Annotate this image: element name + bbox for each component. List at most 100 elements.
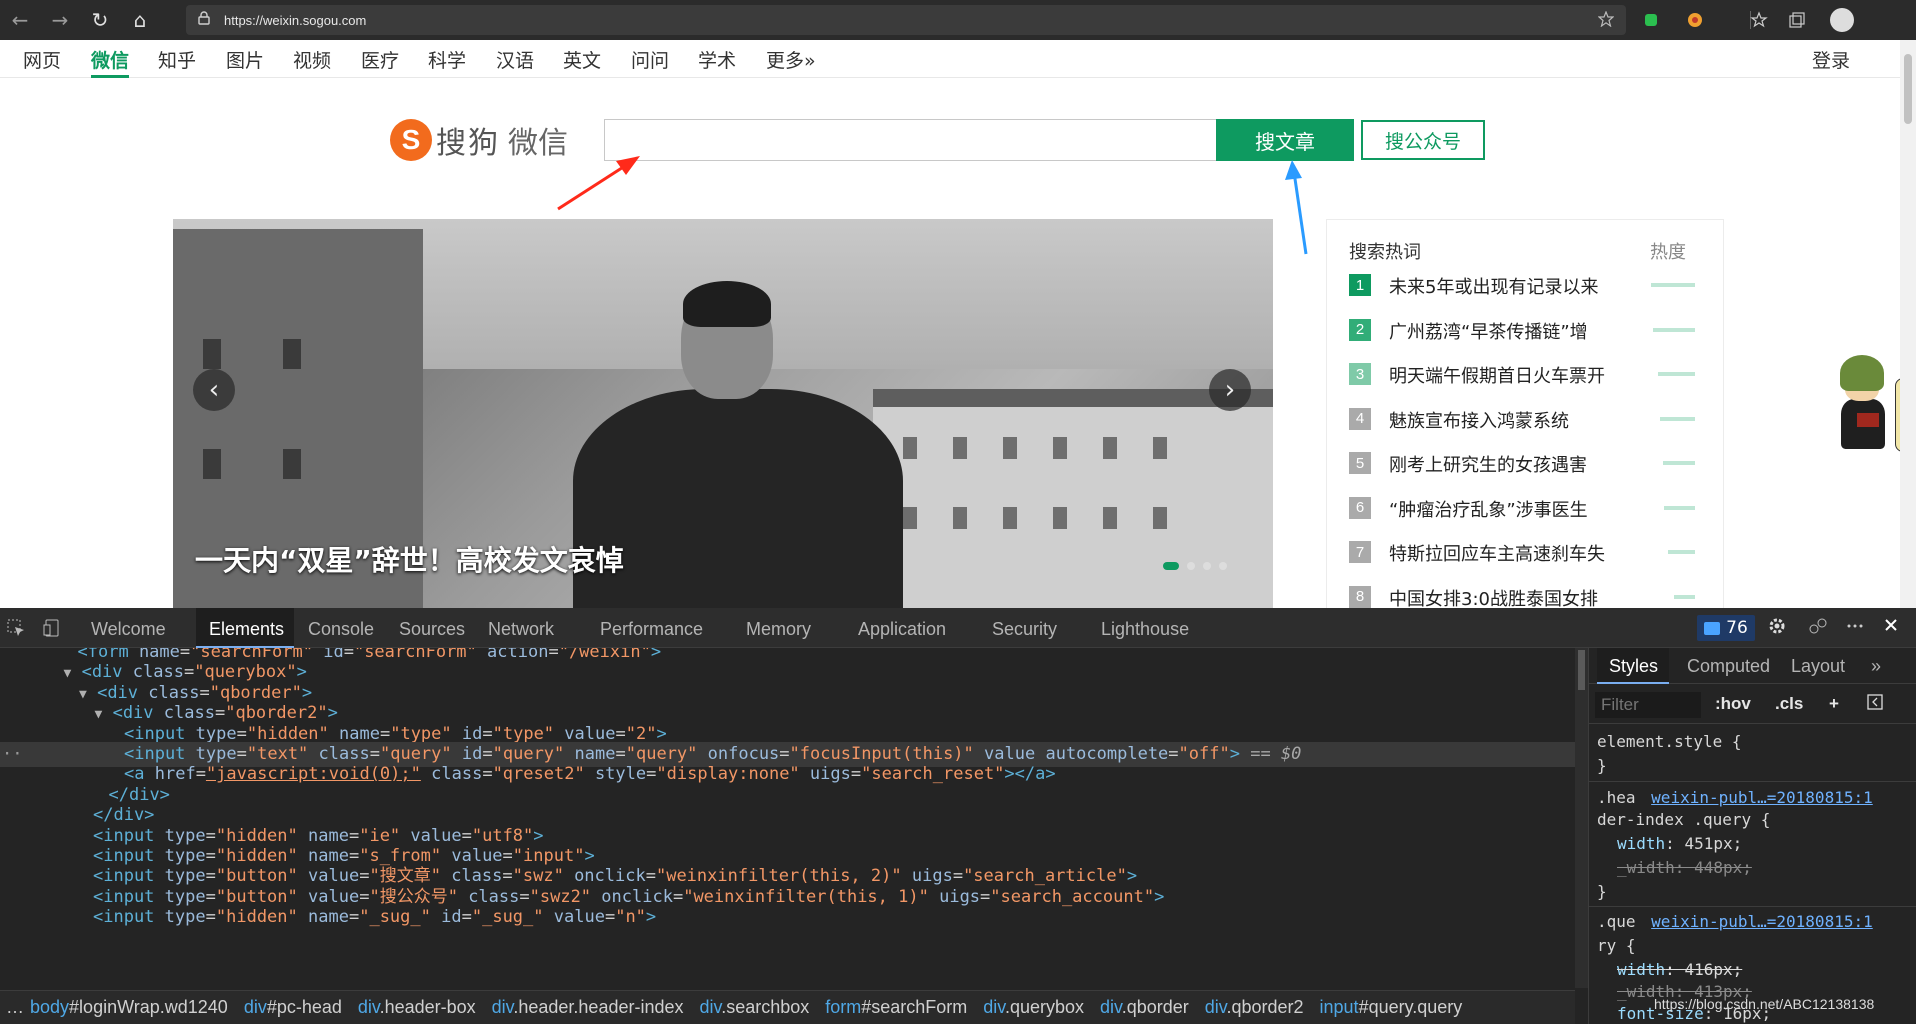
collections-icon[interactable] <box>1786 9 1808 31</box>
breadcrumb-overflow-icon[interactable]: … <box>6 997 24 1017</box>
close-devtools-icon[interactable] <box>1883 617 1899 638</box>
rule2-declaration-width[interactable]: width: 416px; <box>1617 960 1742 979</box>
rule1-declaration-width[interactable]: width: 451px; <box>1617 834 1742 853</box>
extension-green-icon[interactable] <box>1640 9 1662 31</box>
devtools-tab-application[interactable]: Application <box>858 619 946 640</box>
breadcrumb-item[interactable]: div.querybox <box>983 997 1084 1017</box>
breadcrumb-item[interactable]: body#loginWrap.wd1240 <box>30 997 228 1017</box>
rule2-selector[interactable]: .que weixin-publ…=20180815:1 <box>1597 912 1873 931</box>
favorites-icon[interactable] <box>1748 9 1770 31</box>
rule1-source-link[interactable]: weixin-publ…=20180815:1 <box>1651 788 1873 807</box>
devtools-tab-memory[interactable]: Memory <box>746 619 811 640</box>
expand-triangle-icon[interactable]: ▼ <box>64 666 72 681</box>
more-options-icon[interactable] <box>1846 617 1864 640</box>
sogou-weixin-logo[interactable]: S 搜狗 微信 <box>390 118 568 162</box>
devtools-tab-elements[interactable]: Elements <box>209 619 284 640</box>
extension-orange-icon[interactable] <box>1684 9 1706 31</box>
styles-tab-computed[interactable]: Computed <box>1687 656 1770 677</box>
styles-more-tabs-icon[interactable]: » <box>1871 656 1881 677</box>
breadcrumb-item[interactable]: div#pc-head <box>244 997 342 1017</box>
nav-item-weixin[interactable]: 微信 <box>91 46 129 73</box>
expand-triangle-icon[interactable]: ▼ <box>79 687 87 702</box>
hover-state-button[interactable]: :hov <box>1715 694 1751 714</box>
settings-gear-icon[interactable] <box>1768 617 1786 640</box>
class-toggle-button[interactable]: .cls <box>1775 694 1803 714</box>
nav-item-images[interactable]: 图片 <box>226 46 264 73</box>
address-bar[interactable]: https://weixin.sogou.com <box>186 5 1626 35</box>
element-style-rule[interactable]: element.style { <box>1597 732 1742 751</box>
nav-item-wenwen[interactable]: 问问 <box>631 46 669 73</box>
styles-tab-layout[interactable]: Layout <box>1791 656 1845 677</box>
hot-search-title-text[interactable]: 广州荔湾“早茶传播链”增 <box>1389 318 1588 344</box>
hot-search-title-text[interactable]: 刚考上研究生的女孩遇害 <box>1389 451 1587 477</box>
hot-search-title-text[interactable]: 中国女排3:0战胜泰国女排 <box>1389 585 1598 609</box>
devtools-tab-lighthouse[interactable]: Lighthouse <box>1101 619 1189 640</box>
device-toggle-icon[interactable] <box>42 618 62 638</box>
nav-item-science[interactable]: 科学 <box>428 46 466 73</box>
login-link[interactable]: 登录 <box>1812 46 1850 73</box>
new-rule-icon[interactable]: + <box>1829 694 1839 714</box>
devtools-tab-welcome[interactable]: Welcome <box>91 619 166 640</box>
page-scrollbar[interactable] <box>1900 40 1916 608</box>
hot-search-item[interactable]: 7 特斯拉回应车主高速刹车失 <box>1349 540 1709 566</box>
banner-caption[interactable]: 一天内“双星”辞世！高校发文哀悼 <box>195 539 624 579</box>
hot-search-title-text[interactable]: 特斯拉回应车主高速刹车失 <box>1389 540 1605 566</box>
banner-dot[interactable] <box>1203 562 1211 570</box>
breadcrumb-item[interactable]: input#query.query <box>1320 997 1463 1017</box>
favorite-icon[interactable] <box>1597 10 1615 31</box>
nav-item-english[interactable]: 英文 <box>563 46 601 73</box>
search-account-button[interactable]: 搜公众号 <box>1361 120 1485 160</box>
hot-search-item[interactable]: 1 未来5年或出现有记录以来 <box>1349 273 1709 299</box>
nav-item-hanyu[interactable]: 汉语 <box>496 46 534 73</box>
issues-badge[interactable]: 76 <box>1697 615 1755 641</box>
inspect-element-icon[interactable] <box>6 618 26 638</box>
devtools-tab-network[interactable]: Network <box>488 619 554 640</box>
hot-search-title-text[interactable]: 未来5年或出现有记录以来 <box>1389 273 1598 299</box>
hot-search-title-text[interactable]: “肿瘤治疗乱象”涉事医生 <box>1389 496 1588 522</box>
home-icon[interactable]: ⌂ <box>120 0 160 40</box>
hot-search-item[interactable]: 8 中国女排3:0战胜泰国女排 <box>1349 585 1709 609</box>
breadcrumb-item[interactable]: div.header-box <box>358 997 476 1017</box>
hot-search-item[interactable]: 4 魅族宣布接入鸿蒙系统 <box>1349 407 1709 433</box>
rule2-source-link[interactable]: weixin-publ…=20180815:1 <box>1651 912 1873 931</box>
banner-next-icon[interactable]: › <box>1209 369 1251 411</box>
nav-item-video[interactable]: 视频 <box>293 46 331 73</box>
expand-triangle-icon[interactable]: ▼ <box>95 707 103 722</box>
breadcrumb-item[interactable]: div.header.header-index <box>492 997 684 1017</box>
back-icon[interactable]: ← <box>0 0 40 40</box>
profile-avatar[interactable] <box>1830 8 1854 32</box>
dom-tree-scrollbar[interactable] <box>1575 648 1588 988</box>
nav-item-scholar[interactable]: 学术 <box>698 46 736 73</box>
breadcrumb-item[interactable]: form#searchForm <box>825 997 967 1017</box>
connected-devices-icon[interactable] <box>1808 617 1828 640</box>
breadcrumb-item[interactable]: div.qborder2 <box>1205 997 1304 1017</box>
forward-icon[interactable]: → <box>40 0 80 40</box>
rule1-selector[interactable]: .hea weixin-publ…=20180815:1 <box>1597 788 1873 807</box>
nav-item-more[interactable]: 更多» <box>766 46 816 73</box>
banner-dot[interactable] <box>1187 562 1195 570</box>
rule1-declaration-underscore-width[interactable]: _width: 448px; <box>1617 858 1752 877</box>
dom-tree[interactable]: <form name="searchForm" id="searchForm" … <box>0 648 1575 983</box>
page-scrollbar-thumb[interactable] <box>1904 54 1912 124</box>
styles-tab-styles[interactable]: Styles <box>1609 656 1658 677</box>
nav-item-web[interactable]: 网页 <box>23 46 61 73</box>
nav-item-zhihu[interactable]: 知乎 <box>158 46 196 73</box>
banner-dot[interactable] <box>1219 562 1227 570</box>
hot-search-title-text[interactable]: 明天端午假期首日火车票开 <box>1389 362 1605 388</box>
hot-search-item[interactable]: 2 广州荔湾“早茶传播链”增 <box>1349 318 1709 344</box>
devtools-tab-sources[interactable]: Sources <box>399 619 465 640</box>
hot-search-title-text[interactable]: 魅族宣布接入鸿蒙系统 <box>1389 407 1569 433</box>
dom-tree-scrollbar-thumb[interactable] <box>1578 650 1585 690</box>
devtools-tab-security[interactable]: Security <box>992 619 1057 640</box>
breadcrumb-item[interactable]: div.qborder <box>1100 997 1189 1017</box>
devtools-tab-console[interactable]: Console <box>308 619 374 640</box>
banner-dot[interactable] <box>1163 562 1179 570</box>
devtools-tab-performance[interactable]: Performance <box>600 619 703 640</box>
styles-filter-input[interactable] <box>1595 692 1701 718</box>
breadcrumb-item[interactable]: div.searchbox <box>700 997 810 1017</box>
hot-search-item[interactable]: 3 明天端午假期首日火车票开 <box>1349 362 1709 388</box>
hot-search-item[interactable]: 5 刚考上研究生的女孩遇害 <box>1349 451 1709 477</box>
news-banner[interactable]: ‹ › 一天内“双星”辞世！高校发文哀悼 <box>173 219 1273 608</box>
mascot-character-icon[interactable] <box>1835 355 1893 451</box>
search-input[interactable] <box>604 119 1218 161</box>
